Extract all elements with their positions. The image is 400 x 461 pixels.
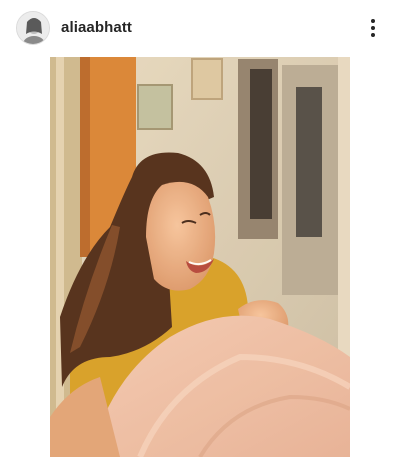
more-vertical-icon [371, 33, 375, 37]
post-header: aliaabhatt [0, 0, 400, 56]
instagram-post: aliaabhatt [0, 0, 400, 461]
avatar[interactable] [16, 11, 50, 45]
more-vertical-icon [371, 19, 375, 23]
username[interactable]: aliaabhatt [61, 19, 132, 36]
more-vertical-icon [371, 26, 375, 30]
profile-avatar-icon [17, 12, 49, 44]
more-options-button[interactable] [362, 14, 384, 42]
post-photo[interactable] [50, 57, 350, 457]
post-photo-image [50, 57, 350, 457]
